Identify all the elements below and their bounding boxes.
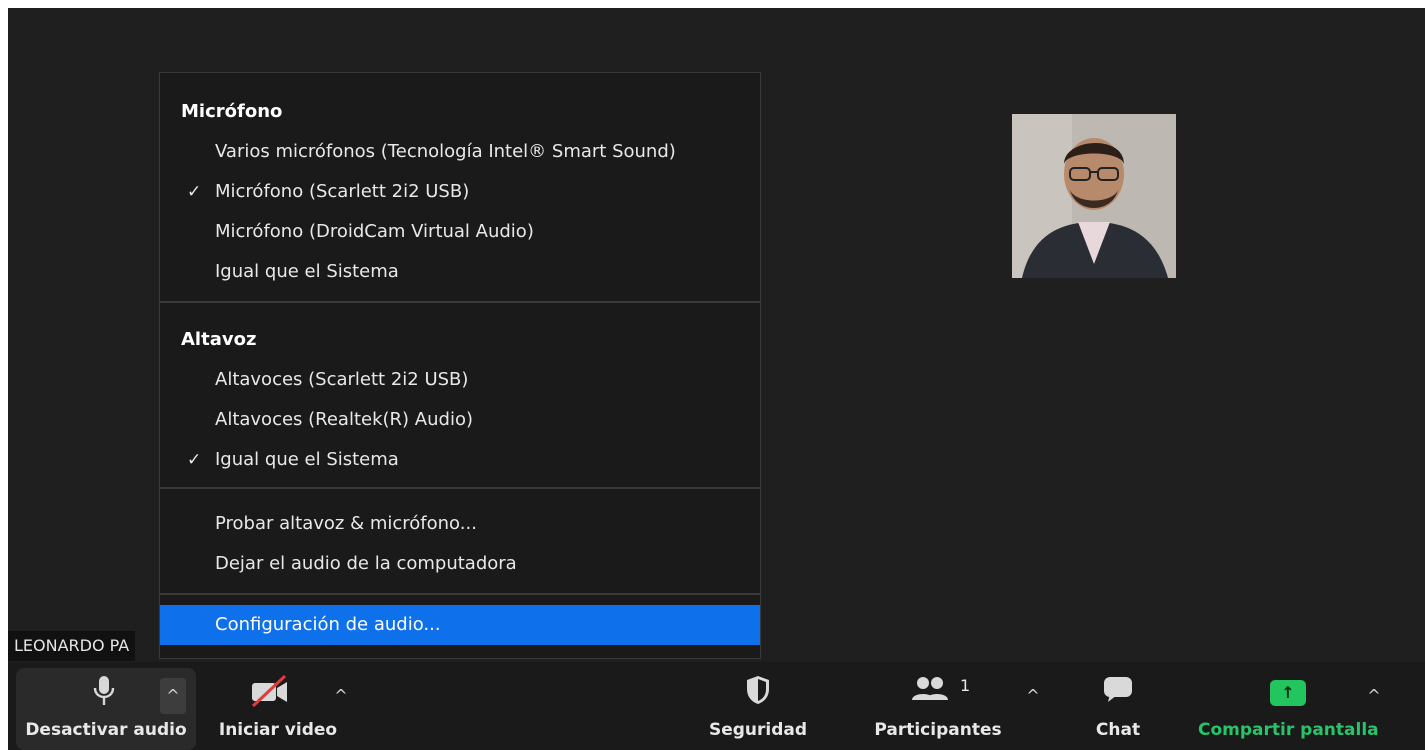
menu-item-label: Dejar el audio de la computadora (215, 553, 517, 574)
audio-options-menu: Micrófono Varios micrófonos (Tecnología … (159, 72, 761, 659)
chat-button[interactable]: Chat (1078, 662, 1158, 750)
audio-options-caret[interactable]: ^ (160, 678, 186, 714)
participants-icon (910, 674, 950, 708)
menu-item-test-audio[interactable]: Probar altavoz & micrófono... (160, 507, 760, 541)
menu-divider (160, 593, 760, 595)
menu-item-microphone[interactable]: ✓ Micrófono (Scarlett 2i2 USB) (160, 175, 760, 209)
participant-video[interactable] (1012, 114, 1176, 278)
chat-icon (1102, 674, 1134, 708)
meeting-stage: LEONARDO PA Micrófono Varios micrófonos … (8, 8, 1425, 750)
menu-item-microphone[interactable]: Micrófono (DroidCam Virtual Audio) (160, 215, 760, 249)
participant-avatar-image (1012, 114, 1176, 278)
menu-item-label: Micrófono (Scarlett 2i2 USB) (215, 181, 470, 202)
share-screen-icon: ↑ (1270, 680, 1306, 706)
participants-button[interactable]: 1 Participantes (868, 662, 1008, 750)
share-screen-label: Compartir pantalla (1198, 720, 1379, 740)
menu-item-label: Varios micrófonos (Tecnología Intel® Sma… (215, 141, 676, 162)
share-screen-button[interactable]: ↑ Compartir pantalla (1198, 662, 1379, 750)
participants-label: Participantes (874, 720, 1002, 740)
security-button[interactable]: Seguridad (698, 662, 818, 750)
menu-item-speaker[interactable]: Altavoces (Realtek(R) Audio) (160, 403, 760, 437)
video-off-icon (249, 674, 291, 712)
menu-item-microphone[interactable]: Varios micrófonos (Tecnología Intel® Sma… (160, 135, 760, 169)
mute-audio-label: Desactivar audio (25, 720, 187, 740)
checkmark-icon: ✓ (187, 450, 202, 470)
participants-options-caret[interactable]: ^ (1020, 678, 1046, 714)
start-video-button[interactable]: Iniciar video (218, 662, 338, 750)
menu-item-leave-computer-audio[interactable]: Dejar el audio de la computadora (160, 547, 760, 581)
menu-item-label: Altavoces (Scarlett 2i2 USB) (215, 369, 469, 390)
menu-item-audio-settings[interactable]: Configuración de audio... (160, 605, 760, 645)
participants-count: 1 (960, 676, 971, 695)
microphone-section-title: Micrófono (181, 101, 283, 122)
video-options-caret[interactable]: ^ (328, 678, 354, 714)
menu-item-speaker[interactable]: Altavoces (Scarlett 2i2 USB) (160, 363, 760, 397)
security-label: Seguridad (708, 720, 808, 740)
menu-item-speaker[interactable]: ✓ Igual que el Sistema (160, 443, 760, 477)
menu-item-label: Igual que el Sistema (215, 261, 399, 282)
start-video-label: Iniciar video (218, 720, 338, 740)
menu-item-label: Igual que el Sistema (215, 449, 399, 470)
chat-label: Chat (1095, 720, 1141, 740)
meeting-toolbar: Desactivar audio ^ Iniciar video ^ Segur… (8, 662, 1425, 750)
share-options-caret[interactable]: ^ (1361, 678, 1387, 714)
menu-item-microphone[interactable]: Igual que el Sistema (160, 255, 760, 289)
checkmark-icon: ✓ (187, 182, 202, 202)
shield-icon (745, 674, 771, 710)
menu-item-label: Altavoces (Realtek(R) Audio) (215, 409, 473, 430)
speaker-section-title: Altavoz (181, 329, 257, 350)
menu-item-label: Micrófono (DroidCam Virtual Audio) (215, 221, 534, 242)
menu-item-label: Configuración de audio... (215, 614, 441, 635)
menu-divider (160, 487, 760, 489)
participant-name-tag: LEONARDO PA (8, 631, 136, 661)
menu-item-label: Probar altavoz & micrófono... (215, 513, 477, 534)
menu-divider (160, 301, 760, 303)
microphone-icon (93, 674, 115, 712)
